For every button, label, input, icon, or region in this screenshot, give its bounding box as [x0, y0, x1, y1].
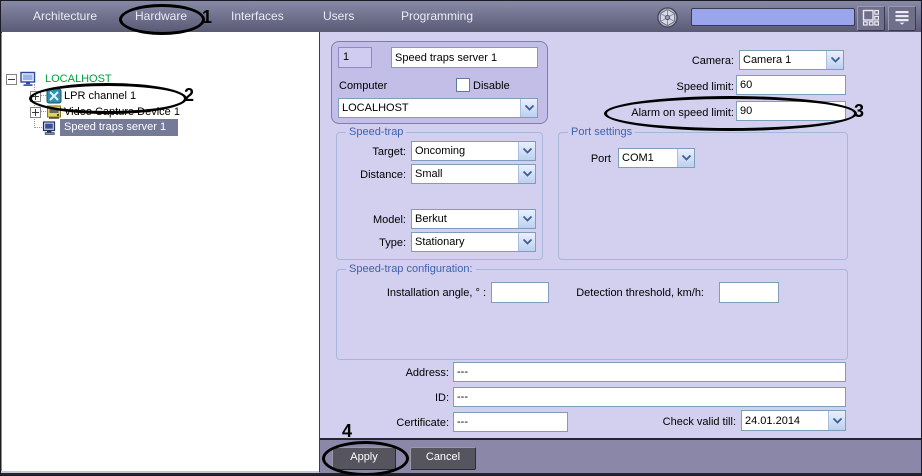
hamburger-menu-icon	[894, 9, 910, 28]
chevron-down-icon	[828, 411, 845, 430]
object-id-field: 1	[338, 47, 372, 68]
menu-item-architecture[interactable]: Architecture	[33, 9, 97, 23]
distance-dropdown[interactable]: Small	[411, 164, 536, 184]
chevron-down-icon	[518, 142, 535, 160]
tree-item-speed-traps-selected[interactable]: Speed traps server 1	[60, 119, 178, 136]
top-menu-bar: Architecture Hardware Interfaces Users P…	[1, 1, 921, 33]
certificate-input[interactable]	[453, 412, 568, 432]
address-label: Address:	[391, 366, 449, 380]
alarm-speed-limit-label: Alarm on speed limit:	[601, 106, 734, 120]
layout-grid-icon	[862, 9, 880, 29]
chevron-down-icon	[518, 210, 535, 228]
chevron-down-icon	[518, 233, 535, 251]
object-name-input[interactable]	[391, 47, 538, 68]
speed-trap-server-icon	[42, 120, 58, 136]
expander-localhost[interactable]	[6, 74, 17, 85]
port-settings-group-title: Port settings	[568, 126, 635, 138]
check-valid-till-dropdown[interactable]: 24.01.2014	[741, 410, 846, 431]
id-label: ID:	[391, 391, 449, 405]
disable-checkbox[interactable]	[456, 78, 470, 92]
distance-label: Distance:	[336, 168, 406, 182]
expander-lpr-channel[interactable]	[30, 91, 41, 102]
type-dropdown[interactable]: Stationary	[411, 232, 536, 252]
speed-limit-label: Speed limit:	[601, 80, 734, 94]
menu-item-interfaces[interactable]: Interfaces	[231, 9, 284, 23]
detection-threshold-label: Detection threshold, km/h:	[544, 286, 704, 300]
check-valid-till-label: Check valid till:	[639, 415, 736, 429]
apply-button[interactable]: Apply	[332, 447, 396, 470]
installation-angle-input[interactable]	[491, 282, 549, 303]
target-label: Target:	[336, 145, 406, 159]
installation-angle-label: Installation angle, ° :	[336, 286, 486, 300]
tree-item-video-capture[interactable]: Video Capture Device 1	[64, 104, 180, 120]
port-label: Port	[561, 152, 611, 166]
computer-dropdown[interactable]: LOCALHOST	[338, 98, 538, 118]
computer-label: Computer	[339, 79, 387, 93]
expander-video-capture[interactable]	[30, 107, 41, 118]
lpr-channel-icon	[46, 88, 62, 104]
tree-item-lpr-channel[interactable]: LPR channel 1	[64, 88, 136, 104]
id-input[interactable]	[453, 387, 846, 407]
computer-monitor-icon	[20, 71, 36, 87]
menu-item-programming[interactable]: Programming	[401, 9, 473, 23]
app-window: Architecture Hardware Interfaces Users P…	[0, 0, 922, 476]
target-dropdown[interactable]: Oncoming	[411, 141, 536, 161]
disable-label: Disable	[473, 79, 510, 93]
speed-trap-group-title: Speed-trap	[346, 126, 406, 138]
certificate-label: Certificate:	[379, 416, 449, 430]
speed-limit-input[interactable]	[736, 75, 846, 95]
alarm-speed-limit-input[interactable]	[736, 101, 846, 121]
menu-item-users[interactable]: Users	[323, 9, 354, 23]
cancel-button[interactable]: Cancel	[410, 447, 476, 470]
chevron-down-icon	[518, 165, 535, 183]
search-input[interactable]	[691, 8, 855, 26]
chevron-down-icon	[520, 99, 537, 117]
menu-item-hardware[interactable]: Hardware	[135, 9, 187, 23]
chevron-down-icon	[677, 149, 694, 167]
camera-dropdown[interactable]: Camera 1	[739, 50, 844, 70]
type-label: Type:	[336, 236, 406, 250]
detection-threshold-input[interactable]	[719, 282, 779, 303]
screens-layout-button[interactable]	[857, 6, 885, 31]
port-dropdown[interactable]: COM1	[618, 148, 695, 168]
device-tree-panel: LOCALHOST LPR channel 1 Video Capture De…	[2, 32, 321, 472]
chevron-down-icon	[826, 51, 843, 69]
window-bottom-edge	[1, 473, 922, 475]
tree-item-localhost[interactable]: LOCALHOST	[45, 71, 112, 87]
model-dropdown[interactable]: Berkut	[411, 209, 536, 229]
model-label: Model:	[336, 213, 406, 227]
aperture-icon[interactable]	[656, 6, 679, 29]
address-input[interactable]	[453, 362, 846, 382]
camera-label: Camera:	[601, 54, 734, 68]
main-menu-button[interactable]	[888, 6, 916, 31]
speed-trap-config-group-title: Speed-trap configuration:	[346, 263, 476, 275]
video-capture-icon	[46, 104, 62, 120]
